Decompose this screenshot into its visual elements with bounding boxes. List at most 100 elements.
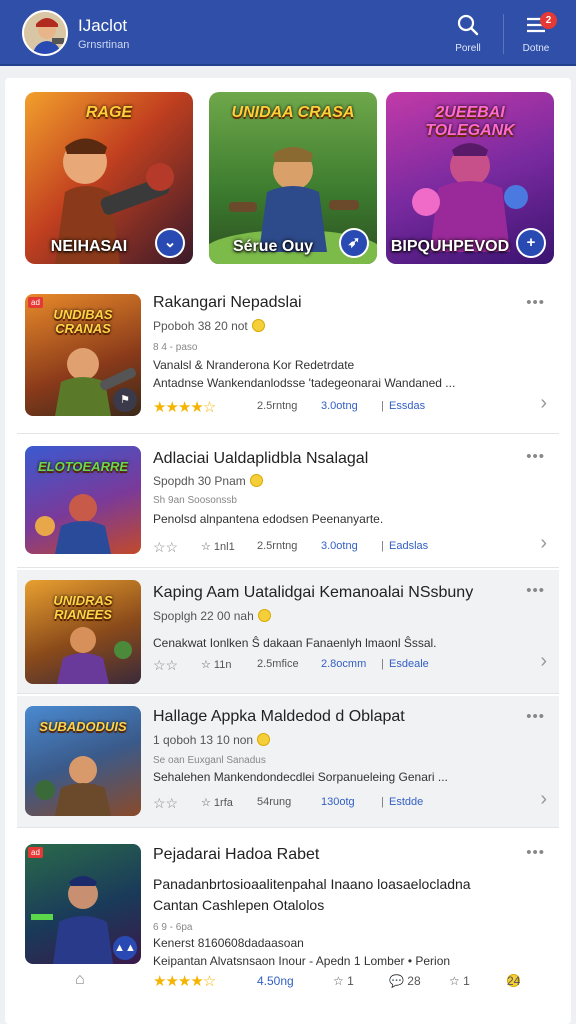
item-description: Penolsd alnpantena edodsen Peenanyarte.: [153, 512, 384, 526]
notification-badge: 2: [540, 12, 557, 29]
more-options-icon[interactable]: •••: [526, 582, 545, 599]
stat-views: 2.5rntng: [257, 540, 298, 552]
item-stats-bottom: ⌂ ★★★★☆ 4.50ng ☆ 1 💬 28 ☆ 1 24: [75, 971, 521, 990]
item-title: Pejadarai Hadoa Rabet: [153, 846, 320, 863]
stat-rating: 3.0otng: [321, 540, 358, 552]
featured-logo: UNIDAA CRASA: [231, 104, 355, 121]
item-thumbnail: ad ▲▲: [25, 844, 141, 964]
avatar[interactable]: [22, 10, 68, 56]
chevron-right-icon[interactable]: ›: [540, 788, 547, 811]
stat-rating: 2.8ocmm: [321, 658, 367, 670]
list-item[interactable]: UNIDRAS RIANEES Kaping Aam Uatalidgai Ke…: [17, 570, 559, 694]
item-stats: ☆☆ ☆ 1nl1 2.5rntng 3.0otng | Eadslas: [153, 539, 533, 558]
search-label: Porell: [455, 43, 481, 54]
more-options-icon[interactable]: •••: [526, 294, 545, 311]
more-options-icon[interactable]: •••: [526, 708, 545, 725]
app-title: IJaclot: [78, 16, 128, 35]
item-title: Kaping Aam Uatalidgai Kemanoalai NSsbuny: [153, 584, 474, 601]
rating-stars: ☆☆: [153, 539, 179, 555]
stat-category: Essdas: [389, 400, 426, 412]
vote-icon[interactable]: ▲▲: [113, 936, 137, 960]
item-tiny: Sh 9an Soosonssb: [153, 495, 237, 506]
item-meta: 1 qoboh 13 10 non: [153, 733, 271, 747]
app-subtitle: Grnsrtinan: [78, 39, 130, 51]
chevron-down-icon[interactable]: ⌄: [155, 228, 185, 258]
list-item[interactable]: SUBADODUIS Hallage Appka Maldedod d Obla…: [17, 696, 559, 828]
item-description: Cenakwat Ionlken Ŝ dakaan Fanaenlyh lmao…: [153, 636, 437, 650]
stat-shares[interactable]: ☆ 1: [449, 974, 470, 988]
separator: |: [381, 540, 384, 552]
emoji-icon: [257, 609, 271, 622]
rating-stars: ☆☆: [153, 795, 179, 811]
item-meta: Spopdh 30 Pnam: [153, 474, 263, 488]
item-description: Vanalsl & Nranderona Kor Redetrdate Anta…: [153, 358, 456, 390]
share-icon[interactable]: ➶: [339, 228, 369, 258]
item-tiny: Se oan Euxganl Sanadus: [153, 755, 266, 766]
thumbnail-logo: UNIDRAS RIANEES: [53, 593, 113, 622]
more-options-icon[interactable]: •••: [526, 844, 545, 861]
featured-card-3[interactable]: 2UEEBAI TOLEGANK BIPQUHPEVOD +: [386, 92, 554, 264]
stat-likes: ☆ 1nl1: [201, 541, 235, 553]
item-thumbnail: UNDIBAS CRANAS ad ⚑: [25, 294, 141, 416]
item-title: Hallage Appka Maldedod d Oblapat: [153, 708, 405, 725]
chevron-right-icon[interactable]: ›: [540, 650, 547, 673]
list-item[interactable]: UNDIBAS CRANAS ad ⚑ Rakangari Nepadslai …: [17, 282, 559, 434]
pin-icon[interactable]: ⚑: [113, 388, 137, 412]
item-description: Kenerst 8160608dadaasoan Keipantan Alvat…: [153, 936, 451, 968]
thumbnail-logo: SUBADODUIS: [39, 719, 127, 734]
stat-category: Esdeale: [389, 658, 429, 670]
separator: |: [381, 400, 384, 412]
separator: |: [381, 658, 384, 670]
featured-title: BIPQUHPEVOD: [390, 238, 510, 255]
stat-comments[interactable]: 💬 28: [389, 974, 421, 988]
rating-stars: ★★★★☆: [153, 399, 216, 416]
plus-icon[interactable]: +: [516, 228, 546, 258]
item-thumbnail: ELOTOEARRE: [25, 446, 141, 554]
content-panel: RAGE NEIHASAI ⌄ UNIDAA CRASA Sérue Ouy ➶…: [5, 78, 571, 1024]
item-stats: ☆☆ ☆ 11n 2.5mfice 2.8ocmm | Esdeale: [153, 657, 533, 676]
featured-title: NEIHASAI: [50, 238, 128, 255]
thumbnail-logo: UNDIBAS CRANAS: [53, 307, 113, 336]
chevron-right-icon[interactable]: ›: [540, 392, 547, 415]
header-divider: [503, 14, 504, 54]
search-icon: [457, 14, 479, 36]
item-stats: ☆☆ ☆ 1rfa 54rung 130otg | Estdde: [153, 795, 533, 814]
stat-rating: 130otg: [321, 796, 355, 808]
stat-category: Estdde: [389, 796, 424, 808]
more-options-icon[interactable]: •••: [526, 448, 545, 465]
emoji-icon: [249, 474, 263, 487]
emoji-icon: [257, 733, 271, 746]
rating-stars: ☆☆: [153, 657, 179, 673]
thumbnail-logo: ELOTOEARRE: [37, 459, 129, 474]
item-meta: Ppoboh 38 20 not: [153, 319, 265, 333]
featured-logo: RAGE: [85, 104, 133, 121]
rating-stars: ★★★★☆: [153, 973, 216, 990]
emoji-icon: [251, 319, 265, 332]
stat-likes: ☆ 1rfa: [201, 797, 233, 809]
search-button[interactable]: Porell: [442, 10, 494, 58]
menu-label: Dotne: [522, 43, 550, 54]
stat-rating: 3.0otng: [321, 400, 358, 412]
menu-button[interactable]: 2 Dotne: [510, 10, 562, 58]
list-item[interactable]: ELOTOEARRE Adlaciai Ualdaplidbla Nsalaga…: [17, 436, 559, 568]
item-description-large: Panadanbrtosioaalitenpahal Inaano loasae…: [153, 876, 471, 913]
chevron-right-icon[interactable]: ›: [540, 532, 547, 555]
item-thumbnail: SUBADODUIS: [25, 706, 141, 816]
top-app-bar: IJaclot Grnsrtinan Porell 2 Dotne: [0, 0, 576, 66]
stat-views: 54rung: [257, 796, 292, 808]
item-thumbnail: UNIDRAS RIANEES: [25, 580, 141, 684]
featured-logo: 2UEEBAI TOLEGANK: [425, 104, 515, 139]
featured-card-1[interactable]: RAGE NEIHASAI ⌄: [25, 92, 193, 264]
featured-card-2[interactable]: UNIDAA CRASA Sérue Ouy ➶: [209, 92, 377, 264]
stat-views: 2.5mfice: [257, 658, 299, 670]
stat-views: 2.5rntng: [257, 400, 298, 412]
stat-likes[interactable]: ☆ 1: [333, 974, 354, 988]
featured-title: Sérue Ouy: [232, 238, 314, 255]
item-description: Sehalehen Mankendondecdlei Sorpanueleing…: [153, 770, 448, 784]
home-icon[interactable]: ⌂: [75, 971, 85, 989]
item-title: Rakangari Nepadslai: [153, 294, 302, 311]
separator: |: [381, 796, 384, 808]
stat-rating: 4.50ng: [257, 974, 294, 988]
item-stats: ★★★★☆ 2.5rntng 3.0otng | Essdas: [153, 399, 533, 418]
item-tiny: 6 9 - 6pa: [153, 922, 193, 933]
